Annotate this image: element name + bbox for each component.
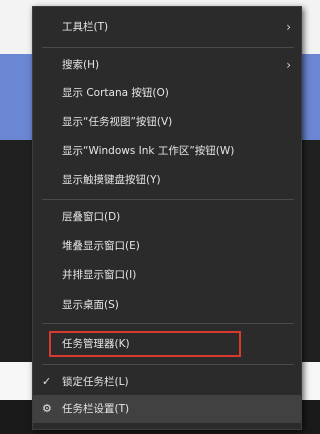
menu-item-show-cortana[interactable]: 显示 Cortana 按钮(O) [33,79,301,107]
chevron-right-icon: › [286,20,291,34]
menu-separator [42,364,294,365]
checkmark-icon: ✓ [42,375,52,388]
menu-item-toolbars[interactable]: 工具栏(T) › [33,13,301,41]
chevron-right-icon: › [286,58,291,72]
menu-item-taskbar-settings[interactable]: ⚙ 任务栏设置(T) [33,395,301,423]
menu-separator [42,199,294,200]
menu-item-label: 任务栏设置(T) [62,403,130,415]
menu-item-label: 层叠窗口(D) [62,211,121,223]
menu-item-side-by-side-windows[interactable]: 并排显示窗口(I) [33,261,301,289]
menu-item-label: 显示 Cortana 按钮(O) [62,87,169,99]
menu-item-label: 堆叠显示窗口(E) [62,240,140,252]
menu-item-label: 锁定任务栏(L) [62,376,129,388]
highlight-box [49,331,241,357]
menu-item-cascade-windows[interactable]: 层叠窗口(D) [33,203,301,231]
menu-item-search[interactable]: 搜索(H) › [33,51,301,79]
menu-item-label: 搜索(H) [62,59,100,71]
menu-item-label: 显示桌面(S) [62,299,119,311]
menu-item-show-task-view[interactable]: 显示“任务视图”按钮(V) [33,108,301,136]
menu-item-label: 并排显示窗口(I) [62,269,137,281]
menu-item-show-desktop[interactable]: 显示桌面(S) [33,291,301,319]
menu-item-label: 显示“任务视图”按钮(V) [62,116,173,128]
menu-item-label: 显示触摸键盘按钮(Y) [62,174,161,186]
taskbar-context-menu: 工具栏(T) › 搜索(H) › 显示 Cortana 按钮(O) 显示“任务视… [32,6,302,430]
menu-item-label: 显示“Windows Ink 工作区”按钮(W) [62,145,235,157]
menu-item-lock-taskbar[interactable]: ✓ 锁定任务栏(L) [33,368,301,396]
menu-item-show-windows-ink[interactable]: 显示“Windows Ink 工作区”按钮(W) [33,137,301,165]
menu-item-show-touch-keyboard[interactable]: 显示触摸键盘按钮(Y) [33,166,301,194]
menu-separator [42,47,294,48]
menu-item-label: 工具栏(T) [62,21,109,33]
gear-icon: ⚙ [42,402,52,415]
menu-item-stack-windows[interactable]: 堆叠显示窗口(E) [33,232,301,260]
menu-separator [42,323,294,324]
